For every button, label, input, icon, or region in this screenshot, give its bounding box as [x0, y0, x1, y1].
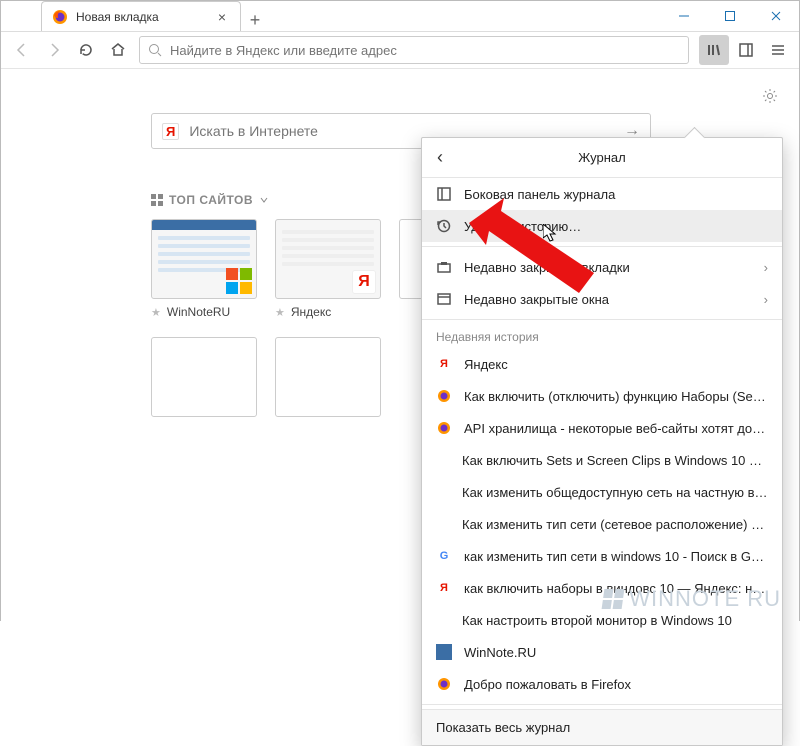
maximize-button[interactable] — [707, 1, 753, 31]
tab-title: Новая вкладка — [76, 10, 214, 24]
item-label: Боковая панель журнала — [464, 187, 768, 202]
history-panel: ‹ Журнал Боковая панель журнала Удалить … — [421, 137, 783, 746]
window-titlebar: Новая вкладка × + — [1, 1, 799, 31]
yandex-logo-icon: Я — [162, 123, 179, 140]
recent-history-label: Недавняя история — [422, 324, 782, 348]
url-input[interactable] — [170, 43, 680, 58]
panel-title: Журнал — [422, 150, 782, 165]
window-icon — [436, 292, 452, 306]
topsite-tile[interactable]: ★ WinNoteRU — [151, 219, 257, 319]
show-all-history[interactable]: Показать весь журнал — [422, 709, 782, 745]
history-item-title: API хранилища - некоторые веб-сайты хотя… — [464, 421, 768, 436]
history-item[interactable]: ЯЯндекс — [422, 348, 782, 380]
history-item[interactable]: Как изменить тип сети (сетевое расположе… — [422, 508, 782, 540]
item-label: Недавно закрытые вкладки — [464, 260, 752, 275]
history-item[interactable]: WinNote.RU — [422, 636, 782, 668]
browser-tab[interactable]: Новая вкладка × — [41, 1, 241, 31]
topsites-label: ТОП САЙТОВ — [169, 193, 253, 207]
chevron-right-icon: › — [764, 260, 768, 275]
pin-icon: ★ — [151, 306, 161, 319]
item-label: Недавно закрытые окна — [464, 292, 752, 307]
topsite-tile-empty[interactable] — [151, 337, 257, 417]
content-area: Я → ТОП САЙТОВ ★WinNoteRU Я ★Яндекс — [1, 69, 799, 622]
recently-closed-tabs-item[interactable]: Недавно закрытые вкладки › — [422, 251, 782, 283]
grid-icon — [151, 194, 163, 206]
tile-label: WinNoteRU — [167, 305, 230, 319]
history-item[interactable]: API хранилища - некоторые веб-сайты хотя… — [422, 412, 782, 444]
topsite-tile[interactable]: Я ★ Яндекс — [275, 219, 381, 319]
history-icon — [436, 219, 452, 233]
tab-strip: Новая вкладка × + — [1, 1, 661, 31]
history-item-title: Как изменить общедоступную сеть на частн… — [462, 485, 768, 500]
recently-closed-windows-item[interactable]: Недавно закрытые окна › — [422, 283, 782, 315]
home-button[interactable] — [103, 35, 133, 65]
footer-label: Показать весь журнал — [436, 720, 570, 735]
watermark: WINNOTE RU — [603, 586, 781, 612]
history-item-title: как изменить тип сети в windows 10 - Пои… — [464, 549, 768, 564]
tile-label: Яндекс — [291, 305, 331, 319]
window-controls — [661, 1, 799, 31]
history-item-title: Яндекс — [464, 357, 768, 372]
forward-button[interactable] — [39, 35, 69, 65]
chevron-down-icon — [259, 195, 269, 205]
history-item-title: Как настроить второй монитор в Windows 1… — [462, 613, 768, 628]
history-item[interactable]: Как включить (отключить) функцию Наборы … — [422, 380, 782, 412]
pin-icon: ★ — [275, 306, 285, 319]
history-item-title: Добро пожаловать в Firefox — [464, 677, 768, 692]
minimize-button[interactable] — [661, 1, 707, 31]
firefox-icon — [52, 9, 68, 25]
reload-button[interactable] — [71, 35, 101, 65]
history-item[interactable]: Gкак изменить тип сети в windows 10 - По… — [422, 540, 782, 572]
tab-icon — [436, 260, 452, 274]
menu-button[interactable] — [763, 35, 793, 65]
tile-thumbnail — [151, 219, 257, 299]
panel-header: ‹ Журнал — [422, 138, 782, 178]
sidebar-icon — [436, 187, 452, 201]
history-sidebar-item[interactable]: Боковая панель журнала — [422, 178, 782, 210]
back-button[interactable] — [7, 35, 37, 65]
topsites-heading[interactable]: ТОП САЙТОВ — [151, 193, 269, 207]
library-button[interactable] — [699, 35, 729, 65]
sidebar-button[interactable] — [731, 35, 761, 65]
new-tab-button[interactable]: + — [241, 10, 269, 31]
history-item-title: Как изменить тип сети (сетевое расположе… — [462, 517, 768, 532]
watermark-text: WINNOTE RU — [629, 586, 781, 612]
panel-back-button[interactable]: ‹ — [422, 147, 458, 168]
chevron-right-icon: › — [764, 292, 768, 307]
tab-close-icon[interactable]: × — [214, 9, 230, 25]
history-item[interactable]: Как изменить общедоступную сеть на частн… — [422, 476, 782, 508]
clear-history-item[interactable]: Удалить историю… — [422, 210, 782, 242]
url-bar[interactable] — [139, 36, 689, 64]
history-item-title: Как включить (отключить) функцию Наборы … — [464, 389, 768, 404]
item-label: Удалить историю… — [464, 219, 768, 234]
search-icon — [148, 43, 162, 57]
history-item[interactable]: Добро пожаловать в Firefox — [422, 668, 782, 700]
customize-gear-icon[interactable] — [761, 87, 779, 110]
tile-thumbnail: Я — [275, 219, 381, 299]
history-item-title: WinNote.RU — [464, 645, 768, 660]
close-window-button[interactable] — [753, 1, 799, 31]
topsite-tile-empty[interactable] — [275, 337, 381, 417]
history-item-title: Как включить Sets и Screen Clips в Windo… — [462, 453, 768, 468]
navigation-toolbar — [1, 31, 799, 69]
history-item[interactable]: Как включить Sets и Screen Clips в Windo… — [422, 444, 782, 476]
